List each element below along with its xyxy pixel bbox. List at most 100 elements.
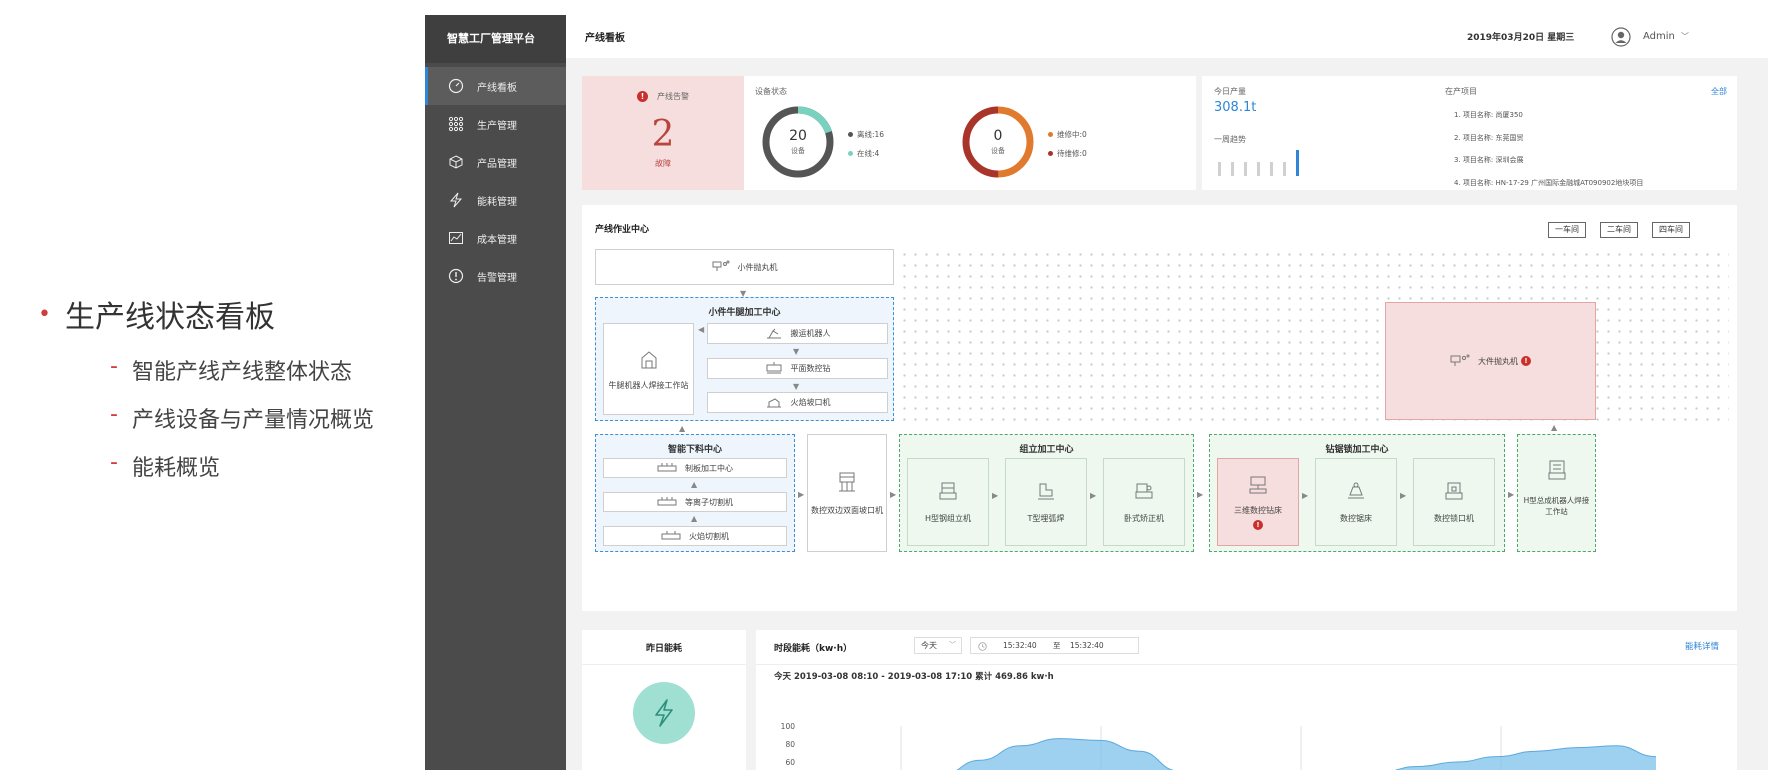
ring1-legend: 离线:16 在线:4 <box>848 125 884 163</box>
bevel-machine-icon <box>837 471 857 495</box>
alert-icon: ! <box>1253 519 1263 530</box>
sidebar-item-label: 成本管理 <box>477 234 517 246</box>
box-label: 牛腿机器人焊接工作站 <box>608 380 689 390</box>
arrow-up: ▲ <box>691 480 698 489</box>
plate-processing-center[interactable]: 制板加工中心 <box>603 458 787 478</box>
cutter-icon <box>661 530 681 542</box>
legend-online: 在线:4 <box>857 149 880 158</box>
trend-bar <box>1257 162 1260 176</box>
sidebar-item-energy[interactable]: 能耗管理 <box>425 181 566 219</box>
horizontal-straightener[interactable]: 卧式矫正机 <box>1103 458 1185 546</box>
cnc-saw[interactable]: 数控锯床 <box>1315 458 1397 546</box>
workshop-button-2[interactable]: 二车间 <box>1600 222 1638 238</box>
cnc-double-bevel-machine[interactable]: 数控双边双面坡口机 <box>807 434 887 552</box>
y-tick-label: 60 <box>785 758 795 767</box>
leg-robot-weld-station[interactable]: 牛腿机器人焊接工作站 <box>603 323 694 415</box>
lightning-icon <box>447 191 465 209</box>
ring2-value: 0 <box>993 128 1003 144</box>
top-bar: 产线看板 2019年03月20日 星期三 Admin ﹀ <box>566 15 1768 58</box>
plane-cnc-drill[interactable]: 平面数控钻 <box>707 358 888 379</box>
straightener-icon <box>1134 481 1154 503</box>
alarm-card[interactable]: ! 产线告警 2 故障 <box>582 76 744 190</box>
y-tick-label: 100 <box>781 722 796 731</box>
shot-blast-icon <box>1450 353 1470 369</box>
box-label: 小件抛丸机 <box>737 262 778 272</box>
trend-bar <box>1296 150 1299 176</box>
box-label: 大件抛丸机 <box>1478 356 1518 366</box>
trend-bar <box>1218 162 1221 176</box>
projects-all-link[interactable]: 全部 <box>1711 86 1727 97</box>
h-assembly-robot-weld-station[interactable]: H型总成机器人焊接工作站 <box>1517 434 1596 552</box>
current-date: 2019年03月20日 星期三 <box>1467 33 1575 43</box>
arrow-right: ▶ <box>1090 491 1097 500</box>
project-item[interactable]: 4. 项目名称: HN-17-29 广州国际金融城AT090902地块项目 <box>1454 172 1643 195</box>
page-title: 产线看板 <box>585 33 625 44</box>
small-shot-blast-machine[interactable]: 小件抛丸机 <box>595 249 894 285</box>
box-label: 等离子切割机 <box>685 497 733 507</box>
chart-line-icon <box>447 229 465 247</box>
lock-machine-icon <box>1444 481 1464 503</box>
arrow-up: ▲ <box>691 514 698 523</box>
t-beam-submerged-arc-weld[interactable]: T型埋弧焊 <box>1005 458 1087 546</box>
3d-cnc-drill[interactable]: 三维数控钻床 ! <box>1217 458 1299 546</box>
sidebar: 智慧工厂管理平台 产线看板 生产管理 产品管理 能耗管理 成本管理 告警管理 <box>425 15 566 770</box>
arrow-down: ▼ <box>793 347 800 356</box>
box-label: 数控锁口机 <box>1434 513 1474 523</box>
time-to: 15:32:40 <box>1070 641 1104 650</box>
range-select[interactable]: 今天 ﹀ <box>914 637 962 654</box>
sub-bullet: - 能耗概览 <box>110 450 220 481</box>
time-from: 15:32:40 <box>1003 641 1037 650</box>
energy-detail-link[interactable]: 能耗详情 <box>1685 640 1719 652</box>
box-label: H型总成机器人焊接工作站 <box>1523 496 1590 516</box>
box-label: 制板加工中心 <box>685 463 733 473</box>
box-label: T型埋弧焊 <box>1027 513 1065 523</box>
plasma-cutting-machine[interactable]: 等离子切割机 <box>603 492 787 512</box>
flame-bevel-machine[interactable]: 火焰坡口机 <box>707 392 888 413</box>
alarm-unit: 故障 <box>655 159 671 168</box>
saw-icon <box>1346 481 1366 503</box>
box-label: 数控双边双面坡口机 <box>811 505 883 515</box>
h-beam-assembly-machine[interactable]: H型钢组立机 <box>907 458 989 546</box>
arrow-right: ▶ <box>798 490 805 499</box>
box-label: H型钢组立机 <box>924 513 971 523</box>
workshop-button-1[interactable]: 一车间 <box>1548 222 1586 238</box>
time-range-picker[interactable]: 15:32:40 至 15:32:40 <box>970 637 1139 654</box>
project-item[interactable]: 1. 项目名称: 尚厦350 <box>1454 104 1643 127</box>
sidebar-item-cost[interactable]: 成本管理 <box>425 219 566 257</box>
handling-robot[interactable]: 搬运机器人 <box>707 323 888 344</box>
box-label: 三维数控钻床 <box>1234 505 1282 515</box>
project-item[interactable]: 3. 项目名称: 深圳会展 <box>1454 149 1643 172</box>
time-to-label: 至 <box>1053 641 1061 650</box>
ring1-value: 20 <box>789 128 807 144</box>
workshop-button-4[interactable]: 四车间 <box>1652 222 1690 238</box>
sidebar-item-label: 告警管理 <box>477 272 517 284</box>
arrow-right: ▶ <box>1400 491 1407 500</box>
cutter-icon <box>657 462 677 474</box>
grid-dots-icon <box>447 115 465 133</box>
sidebar-item-label: 能耗管理 <box>477 196 517 208</box>
ring2-unit: 设备 <box>991 147 1005 155</box>
sub-bullet: - 产线设备与产量情况概览 <box>110 402 374 433</box>
legend-pending-repair: 待维修:0 <box>1057 149 1087 158</box>
projects-title: 在产项目 <box>1445 87 1477 96</box>
robot-arm-icon <box>765 327 783 341</box>
ring1-unit: 设备 <box>791 147 805 155</box>
user-menu[interactable]: Admin ﹀ <box>1611 26 1689 47</box>
project-item[interactable]: 2. 项目名称: 东莞国贸 <box>1454 127 1643 150</box>
slide-bullets: • 生产线状态看板 - 智能产线产线整体状态 - 产线设备与产量情况概览 - 能耗概览 <box>38 292 418 498</box>
device-status-title: 设备状态 <box>755 87 787 96</box>
box-label: 火焰切割机 <box>689 531 729 541</box>
sidebar-item-products[interactable]: 产品管理 <box>425 143 566 181</box>
brand-title: 智慧工厂管理平台 <box>425 15 566 63</box>
flame-cutting-machine[interactable]: 火焰切割机 <box>603 526 787 546</box>
smart-cutting-center: 智能下料中心 制板加工中心 ▲ 等离子切割机 ▲ 火焰切割机 <box>595 434 795 552</box>
assembly-machine-icon <box>938 481 958 503</box>
sidebar-item-dashboard[interactable]: 产线看板 <box>425 67 566 105</box>
large-shot-blast-machine[interactable]: 大件抛丸机 ! <box>1385 302 1596 420</box>
cnc-lock-machine[interactable]: 数控锁口机 <box>1413 458 1495 546</box>
box-label: 卧式矫正机 <box>1124 513 1164 523</box>
chevron-down-icon: ﹀ <box>949 641 956 649</box>
arrow-right: ▶ <box>1508 490 1515 499</box>
sidebar-item-alarms[interactable]: 告警管理 <box>425 257 566 295</box>
sidebar-item-production[interactable]: 生产管理 <box>425 105 566 143</box>
